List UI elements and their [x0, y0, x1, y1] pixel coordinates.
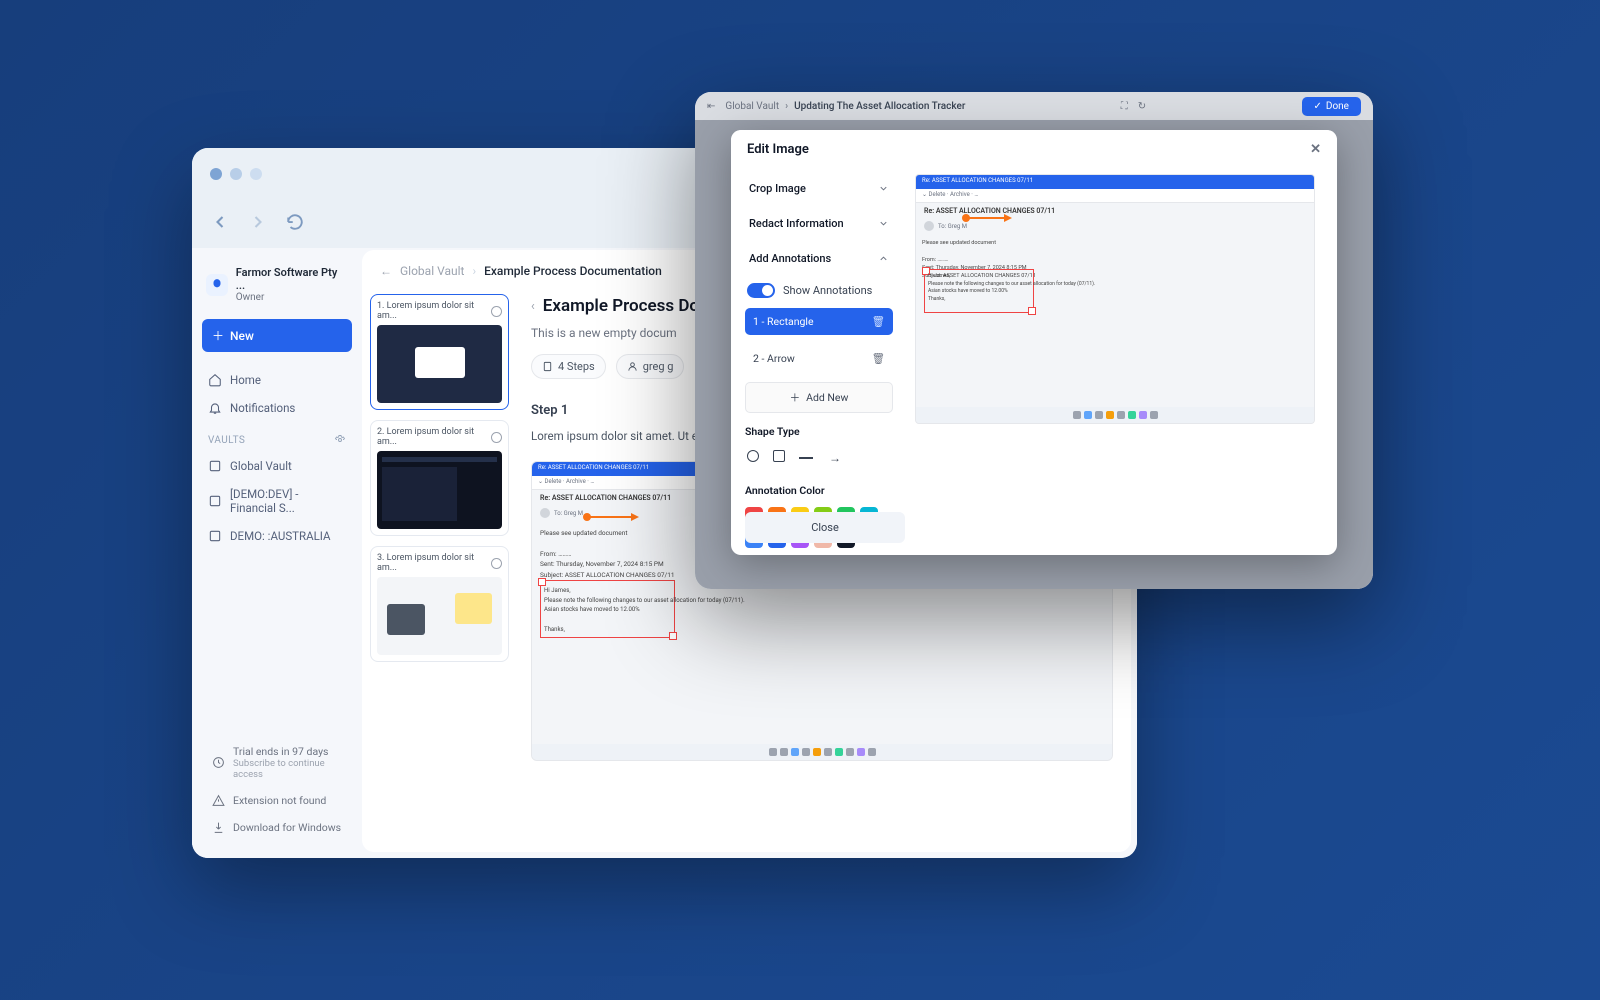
edit-image-modal: Edit Image ✕ Crop Image Redact Informati… [731, 130, 1337, 555]
trash-icon[interactable]: 🗑 [872, 315, 885, 328]
expand-icon[interactable]: ⛶ [1121, 101, 1128, 112]
accordion-annotations[interactable]: Add Annotations [745, 244, 893, 273]
download-icon [212, 821, 225, 834]
gear-icon[interactable] [334, 434, 346, 446]
shape-type-label: Shape Type [745, 425, 893, 438]
annotation-arrow[interactable] [966, 217, 1008, 219]
modal-preview: Re: ASSET ALLOCATION CHANGES 07/11 ⌄ Del… [903, 168, 1337, 555]
org-role: Owner [236, 292, 348, 303]
chevron-right-icon: › [785, 101, 788, 112]
accordion-redact[interactable]: Redact Information [745, 209, 893, 238]
history-icon[interactable]: ↻ [1138, 101, 1146, 112]
back-icon[interactable]: ← [380, 264, 392, 278]
thumbnail-image [377, 325, 502, 403]
done-button[interactable]: ✓ Done [1302, 97, 1361, 116]
chevron-up-icon [878, 253, 889, 264]
window-controls[interactable] [210, 168, 262, 180]
sidebar-item-home[interactable]: Home [200, 366, 354, 394]
shape-arrow[interactable] [827, 450, 843, 466]
crumb-doc: Updating The Asset Allocation Tracker [794, 101, 965, 112]
crumb-root[interactable]: Global Vault [400, 264, 464, 278]
sidebar-vault-demo-au[interactable]: DEMO: :AUSTRALIA [200, 522, 354, 550]
sidebar-item-notifications[interactable]: Notifications [200, 394, 354, 422]
vault-icon [208, 494, 222, 508]
home-icon [208, 373, 222, 387]
back-icon[interactable] [210, 212, 230, 236]
crumb-doc: Example Process Documentation [484, 264, 662, 278]
step-thumbnail[interactable]: 1. Lorem ipsum dolor sit am... [370, 294, 509, 410]
alert-icon [212, 794, 225, 807]
radio-icon[interactable] [491, 306, 502, 317]
trial-notice[interactable]: Trial ends in 97 days Subscribe to conti… [204, 739, 350, 786]
color-label: Annotation Color [745, 484, 893, 497]
annotation-item-rectangle[interactable]: 1 - Rectangle 🗑 [745, 308, 893, 335]
chevron-down-icon [878, 218, 889, 229]
avatar-icon [540, 508, 550, 518]
doc-title: Example Process Doc [543, 296, 708, 316]
vaults-header: VAULTS [200, 422, 354, 452]
bell-icon [208, 401, 222, 415]
step-thumbnail[interactable]: 3. Lorem ipsum dolor sit am... [370, 546, 509, 662]
trial-subtitle: Subscribe to continue access [233, 758, 342, 780]
sidebar-item-label: Notifications [230, 401, 295, 415]
modal-sidebar: Crop Image Redact Information Add Annota… [731, 168, 903, 555]
sidebar-vault-demo-dev[interactable]: [DEMO:DEV] - Financial S... [200, 480, 354, 522]
new-button[interactable]: ＋ New [202, 319, 352, 352]
sidebar-item-label: [DEMO:DEV] - Financial S... [230, 487, 346, 515]
close-button[interactable]: Close [745, 512, 905, 543]
new-button-label: New [230, 329, 254, 343]
plus-icon: ＋ [212, 327, 224, 344]
editor-topbar: ⇤ Global Vault › Updating The Asset Allo… [695, 92, 1373, 120]
org-name: Farmor Software Pty ... [236, 266, 348, 292]
exit-icon[interactable]: ⇤ [707, 101, 715, 112]
steps-pill[interactable]: 4 Steps [531, 354, 606, 379]
sidebar-item-label: Global Vault [230, 459, 292, 473]
vault-icon [208, 529, 222, 543]
modal-title: Edit Image [747, 142, 809, 157]
download-link[interactable]: Download for Windows [204, 815, 350, 840]
shape-line[interactable] [799, 457, 813, 459]
radio-icon[interactable] [491, 432, 502, 443]
step-thumbnail-list: 1. Lorem ipsum dolor sit am... 2. Lorem … [362, 288, 517, 852]
thumbnail-image [377, 451, 502, 529]
forward-icon[interactable] [248, 212, 268, 236]
annotation-item-arrow[interactable]: 2 - Arrow 🗑 [745, 345, 893, 372]
file-icon [542, 361, 553, 372]
thumbnail-image [377, 577, 502, 655]
sidebar-vault-global[interactable]: Global Vault [200, 452, 354, 480]
org-switcher[interactable]: Farmor Software Pty ... Owner [200, 260, 354, 315]
sidebar: Farmor Software Pty ... Owner ＋ New Home… [192, 248, 362, 858]
author-pill[interactable]: greg g [616, 354, 685, 379]
org-logo-icon [206, 274, 228, 296]
close-icon[interactable]: ✕ [1310, 142, 1321, 157]
shape-circle[interactable] [747, 450, 759, 462]
vault-icon [208, 459, 222, 473]
chevron-right-icon: › [472, 264, 476, 278]
crumb-root[interactable]: Global Vault [725, 101, 779, 112]
toggle-switch[interactable] [747, 283, 775, 298]
add-annotation-button[interactable]: ＋ Add New [745, 382, 893, 413]
plus-icon: ＋ [790, 390, 801, 405]
image-editor-window: ⇤ Global Vault › Updating The Asset Allo… [695, 92, 1373, 589]
user-icon [627, 361, 638, 372]
sidebar-item-label: DEMO: :AUSTRALIA [230, 529, 331, 543]
chevron-down-icon [878, 183, 889, 194]
sidebar-item-label: Home [230, 373, 261, 387]
taskbar [532, 744, 1112, 760]
clock-icon [212, 756, 225, 769]
radio-icon[interactable] [491, 558, 502, 569]
trial-title: Trial ends in 97 days [233, 745, 342, 758]
preview-image[interactable]: Re: ASSET ALLOCATION CHANGES 07/11 ⌄ Del… [915, 174, 1315, 424]
accordion-crop[interactable]: Crop Image [745, 174, 893, 203]
extension-warning[interactable]: Extension not found [204, 788, 350, 813]
step-thumbnail[interactable]: 2. Lorem ipsum dolor sit am... [370, 420, 509, 536]
shape-rectangle[interactable] [773, 450, 785, 462]
check-icon: ✓ [1314, 101, 1322, 112]
annotation-arrow[interactable] [587, 516, 635, 518]
refresh-icon[interactable] [286, 213, 304, 235]
shape-type-selector [745, 444, 893, 472]
trash-icon[interactable]: 🗑 [872, 352, 885, 365]
show-annotations-toggle[interactable]: Show Annotations [745, 279, 893, 302]
collapse-icon[interactable]: ‹ [531, 299, 535, 314]
